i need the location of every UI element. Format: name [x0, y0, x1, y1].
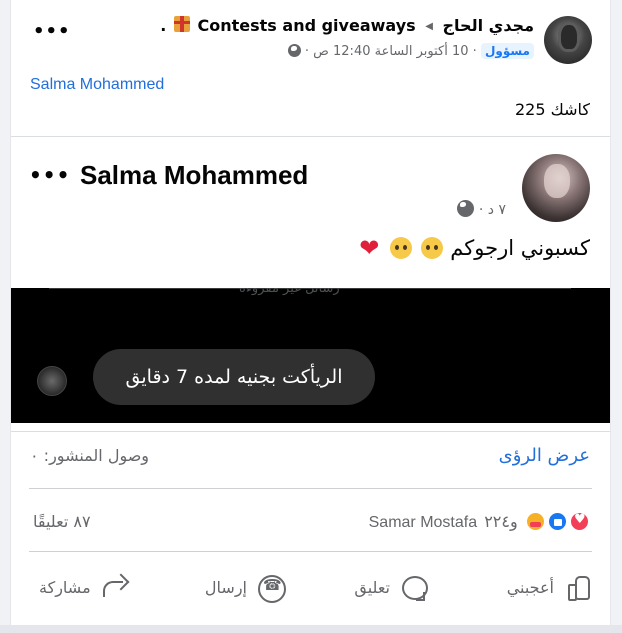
- shared-post-text-content: كسبوني ارجوكم: [450, 236, 590, 260]
- action-bar: أعجبني تعليق إرسال مشاركة: [11, 567, 610, 607]
- share-label: مشاركة: [39, 577, 91, 597]
- like-reaction-icon: [546, 511, 568, 532]
- reactions-summary[interactable]: و٢٢٤ Samar Mostafa: [369, 511, 590, 536]
- shared-post[interactable]: Salma Mohammed ••• ٧ د · كسبوني ارجوكم ر…: [11, 136, 610, 432]
- love-reaction-icon: [569, 511, 590, 532]
- send-button[interactable]: إرسال: [204, 567, 286, 607]
- post-meta: مسؤول · 10 أكتوبر الساعة 12:40 ص ·: [287, 43, 534, 59]
- mention-link[interactable]: Salma Mohammed: [30, 76, 164, 94]
- comment-button[interactable]: تعليق: [354, 567, 428, 607]
- more-options-button[interactable]: •••: [33, 23, 71, 41]
- like-button[interactable]: أعجبني: [507, 567, 590, 607]
- author-name[interactable]: مجدي الحاج: [443, 16, 534, 35]
- post-header-title: مجدي الحاج ◀ Contests and giveaways .: [160, 16, 534, 35]
- globe-icon: [287, 44, 301, 57]
- pleading-face-emoji-icon: [420, 237, 443, 259]
- reaction-icons: [524, 511, 590, 536]
- chat-bubble: الريأكت بجنيه لمده 7 دقايق: [93, 349, 375, 405]
- reaction-names: Samar Mostafa: [368, 514, 478, 531]
- red-heart-emoji-icon: [359, 234, 381, 262]
- meta-separator: ·: [304, 44, 310, 59]
- role-badge: مسؤول: [480, 43, 534, 59]
- view-insights-link[interactable]: عرض الرؤى: [499, 445, 590, 466]
- gift-icon: [173, 16, 190, 32]
- shared-post-time[interactable]: ٧ د: [488, 202, 506, 218]
- image-faded-text: رسائل غير مقروءة: [239, 288, 340, 296]
- comments-count[interactable]: ٨٧ تعليقًا: [33, 512, 91, 531]
- feed-separator: [0, 625, 622, 633]
- arrow-left-icon: ◀: [425, 21, 433, 32]
- whatsapp-icon: [257, 574, 286, 603]
- share-button[interactable]: مشاركة: [39, 567, 127, 607]
- screaming-face-emoji-icon: [389, 237, 412, 259]
- post-card: مجدي الحاج ◀ Contests and giveaways . مس…: [10, 0, 611, 633]
- globe-icon: [457, 200, 475, 217]
- post-timestamp[interactable]: 10 أكتوبر الساعة 12:40 ص: [313, 44, 468, 59]
- comment-label: تعليق: [354, 577, 390, 597]
- thumbs-up-icon: [564, 574, 590, 601]
- shared-author-name[interactable]: Salma Mohammed: [80, 160, 308, 191]
- group-name[interactable]: Contests and giveaways: [198, 16, 416, 35]
- group-trailing: .: [160, 16, 167, 35]
- meta-separator: ·: [478, 202, 484, 218]
- shared-post-image[interactable]: رسائل غير مقروءة الريأكت بجنيه لمده 7 دق…: [11, 288, 610, 423]
- shared-post-text: كسبوني ارجوكم: [358, 234, 590, 262]
- shared-author-avatar[interactable]: [522, 154, 590, 222]
- author-avatar[interactable]: [544, 16, 592, 64]
- comment-bubble-icon: [400, 574, 428, 601]
- send-label: إرسال: [204, 577, 247, 597]
- share-arrow-icon: [101, 574, 127, 600]
- care-reaction-icon: [524, 511, 546, 532]
- reaction-count: و٢٢٤: [484, 512, 518, 531]
- meta-separator: ·: [472, 44, 477, 59]
- divider: [29, 488, 592, 489]
- divider: [29, 551, 592, 552]
- shared-post-meta: ٧ د ·: [457, 200, 506, 218]
- post-reach: وصول المنشور: ٠: [30, 446, 150, 465]
- chat-avatar: [37, 366, 67, 396]
- shared-more-options-button[interactable]: •••: [29, 163, 70, 187]
- post-text: كاشك 225: [514, 100, 590, 119]
- like-label: أعجبني: [506, 577, 554, 597]
